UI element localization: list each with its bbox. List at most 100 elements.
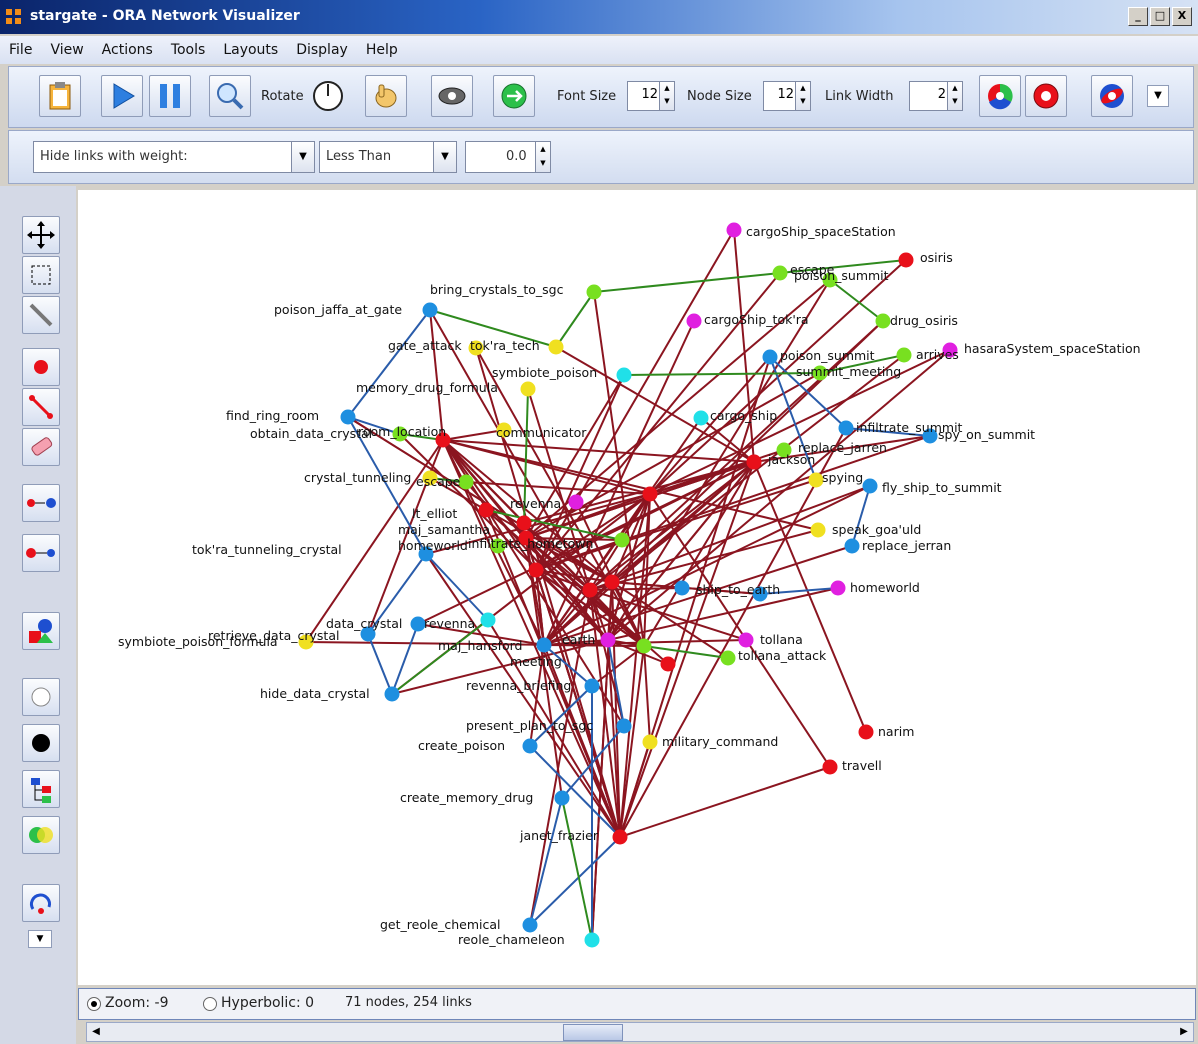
graph-node[interactable] xyxy=(614,532,630,548)
pause-button[interactable] xyxy=(149,75,191,117)
eye-button[interactable] xyxy=(431,75,473,117)
menu-help[interactable]: Help xyxy=(357,42,407,58)
refresh-button[interactable] xyxy=(493,75,535,117)
graph-node[interactable] xyxy=(674,580,690,596)
zoom-button[interactable] xyxy=(209,75,251,117)
graph-node[interactable] xyxy=(858,724,874,740)
graph-node[interactable] xyxy=(528,562,544,578)
scroll-right-icon[interactable]: ▶ xyxy=(1175,1023,1193,1041)
white-node-tool[interactable] xyxy=(22,678,60,716)
font-size-spinner[interactable]: 12 ▲ ▼ xyxy=(627,81,675,111)
graph-node[interactable] xyxy=(548,339,564,355)
network-canvas[interactable]: cargoShip_spaceStation osiris poison_summi… xyxy=(78,190,1196,985)
scroll-thumb[interactable] xyxy=(563,1024,623,1041)
maximize-button[interactable]: □ xyxy=(1150,7,1170,26)
threshold-spinner[interactable]: 0.0 ▲ ▼ xyxy=(465,141,551,173)
graph-node[interactable] xyxy=(516,515,532,531)
graph-node[interactable] xyxy=(660,656,676,672)
graph-node[interactable] xyxy=(862,478,878,494)
legend-dropdown-arrow[interactable]: ▼ xyxy=(1147,85,1169,107)
graph-node[interactable] xyxy=(480,612,496,628)
loop-tool[interactable] xyxy=(22,884,60,922)
add-node-tool[interactable] xyxy=(22,348,60,386)
hierarchy-tool[interactable] xyxy=(22,770,60,808)
graph-node[interactable] xyxy=(584,932,600,948)
graph-node[interactable] xyxy=(536,637,552,653)
play-button[interactable] xyxy=(101,75,143,117)
menu-layouts[interactable]: Layouts xyxy=(214,42,287,58)
minimize-button[interactable]: _ xyxy=(1128,7,1148,26)
graph-node[interactable] xyxy=(616,718,632,734)
graph-node[interactable] xyxy=(896,347,912,363)
color-wheel-button[interactable] xyxy=(979,75,1021,117)
horizontal-scrollbar[interactable]: ◀ ▶ xyxy=(86,1022,1194,1042)
graph-node[interactable] xyxy=(810,522,826,538)
legend-button[interactable] xyxy=(1091,75,1133,117)
graph-node[interactable] xyxy=(520,381,536,397)
select-tool[interactable] xyxy=(22,256,60,294)
graph-node[interactable] xyxy=(554,790,570,806)
graph-node[interactable] xyxy=(458,474,474,490)
clipboard-button[interactable] xyxy=(39,75,81,117)
knife-tool[interactable] xyxy=(22,296,60,334)
add-link-tool[interactable] xyxy=(22,388,60,426)
operator-combo[interactable]: Less Than ▼ xyxy=(319,141,457,173)
graph-node[interactable] xyxy=(844,538,860,554)
zoom-radio[interactable] xyxy=(87,997,101,1011)
directed-link-tool-2[interactable] xyxy=(22,534,60,572)
graph-node[interactable] xyxy=(642,734,658,750)
graph-node[interactable] xyxy=(720,650,736,666)
hide-links-combo[interactable]: Hide links with weight: ▼ xyxy=(33,141,315,173)
graph-node[interactable] xyxy=(568,494,584,510)
graph-node[interactable] xyxy=(582,582,598,598)
graph-node[interactable] xyxy=(822,759,838,775)
graph-node[interactable] xyxy=(875,313,891,329)
graph-node[interactable] xyxy=(726,222,742,238)
graph-node[interactable] xyxy=(604,574,620,590)
scroll-left-icon[interactable]: ◀ xyxy=(87,1023,105,1041)
node-color-button[interactable] xyxy=(1025,75,1067,117)
graph-node[interactable] xyxy=(762,349,778,365)
rotate-dial-icon[interactable] xyxy=(311,79,345,113)
graph-node[interactable] xyxy=(693,410,709,426)
node-size-spinner[interactable]: 12 ▲ ▼ xyxy=(763,81,811,111)
menu-view[interactable]: View xyxy=(41,42,92,58)
graph-node[interactable] xyxy=(600,632,616,648)
graph-node[interactable] xyxy=(478,502,494,518)
graph-node[interactable] xyxy=(838,420,854,436)
shapes-tool[interactable] xyxy=(22,612,60,650)
hyperbolic-radio[interactable] xyxy=(203,997,217,1011)
graph-node[interactable] xyxy=(586,284,602,300)
graph-node[interactable] xyxy=(522,738,538,754)
menu-file[interactable]: File xyxy=(0,42,41,58)
graph-node[interactable] xyxy=(584,678,600,694)
graph-node[interactable] xyxy=(830,580,846,596)
graph-node[interactable] xyxy=(612,829,628,845)
menu-actions[interactable]: Actions xyxy=(93,42,162,58)
graph-node[interactable] xyxy=(686,313,702,329)
graph-node[interactable] xyxy=(616,367,632,383)
link-width-spinner[interactable]: 2 ▲ ▼ xyxy=(909,81,963,111)
graph-node[interactable] xyxy=(340,409,356,425)
menu-display[interactable]: Display xyxy=(287,42,357,58)
menu-tools[interactable]: Tools xyxy=(162,42,215,58)
graph-node[interactable] xyxy=(898,252,914,268)
node-label: maj_hansford xyxy=(438,638,522,653)
graph-node[interactable] xyxy=(746,454,762,470)
black-node-tool[interactable] xyxy=(22,724,60,762)
graph-node[interactable] xyxy=(522,917,538,933)
overlap-tool[interactable] xyxy=(22,816,60,854)
graph-node[interactable] xyxy=(384,686,400,702)
close-button[interactable]: X xyxy=(1172,7,1192,26)
graph-node[interactable] xyxy=(772,265,788,281)
more-tools-arrow[interactable]: ▼ xyxy=(28,930,52,948)
graph-node[interactable] xyxy=(636,638,652,654)
graph-node[interactable] xyxy=(422,302,438,318)
graph-node[interactable] xyxy=(738,632,754,648)
eraser-tool[interactable] xyxy=(22,428,60,466)
pan-button[interactable] xyxy=(365,75,407,117)
move-tool[interactable] xyxy=(22,216,60,254)
graph-node[interactable] xyxy=(642,486,658,502)
network-graph[interactable]: cargoShip_spaceStationosiris poison_summi… xyxy=(78,190,1196,985)
directed-link-tool-1[interactable] xyxy=(22,484,60,522)
